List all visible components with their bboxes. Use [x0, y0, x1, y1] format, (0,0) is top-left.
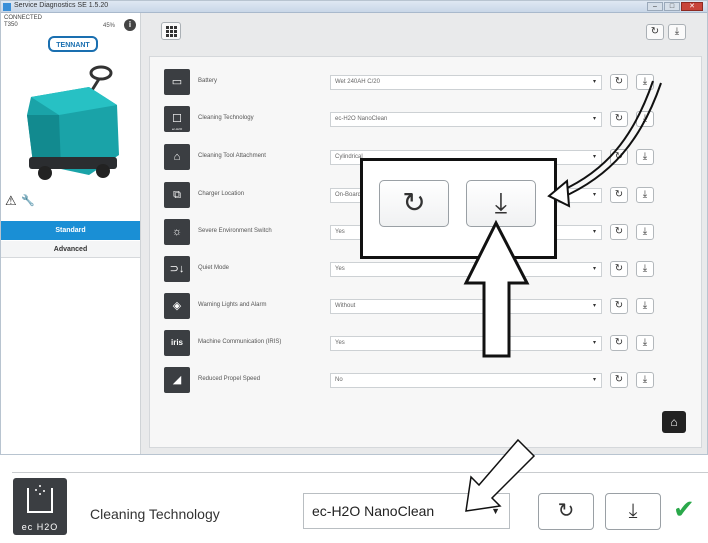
curved-arrow-head: [547, 178, 571, 208]
dropdown-value: ec-H2O NanoClean: [312, 503, 435, 519]
refresh-button[interactable]: ↻: [538, 493, 594, 530]
app-window: Service Diagnostics SE 1.5.20 – □ ✕ CONN…: [0, 0, 708, 455]
check-icon: ✔: [673, 494, 695, 524]
detail-label: Cleaning Technology: [90, 506, 220, 522]
annotation-arrows: [463, 80, 662, 358]
up-arrow: [463, 219, 530, 358]
cleaning-tech-large-icon: ec H2O: [13, 478, 67, 535]
beaker-icon: [27, 485, 53, 513]
icon-caption: ec H2O: [21, 522, 59, 532]
dropdown-arrow-icon: ▼: [491, 506, 500, 516]
cleaning-technology-dropdown[interactable]: ec-H2O NanoClean ▼: [303, 493, 510, 529]
download-button[interactable]: ⤓: [605, 493, 661, 530]
curved-arrow-inner: [560, 80, 654, 192]
stage: Service Diagnostics SE 1.5.20 – □ ✕ CONN…: [0, 0, 708, 543]
divider: [12, 472, 708, 473]
